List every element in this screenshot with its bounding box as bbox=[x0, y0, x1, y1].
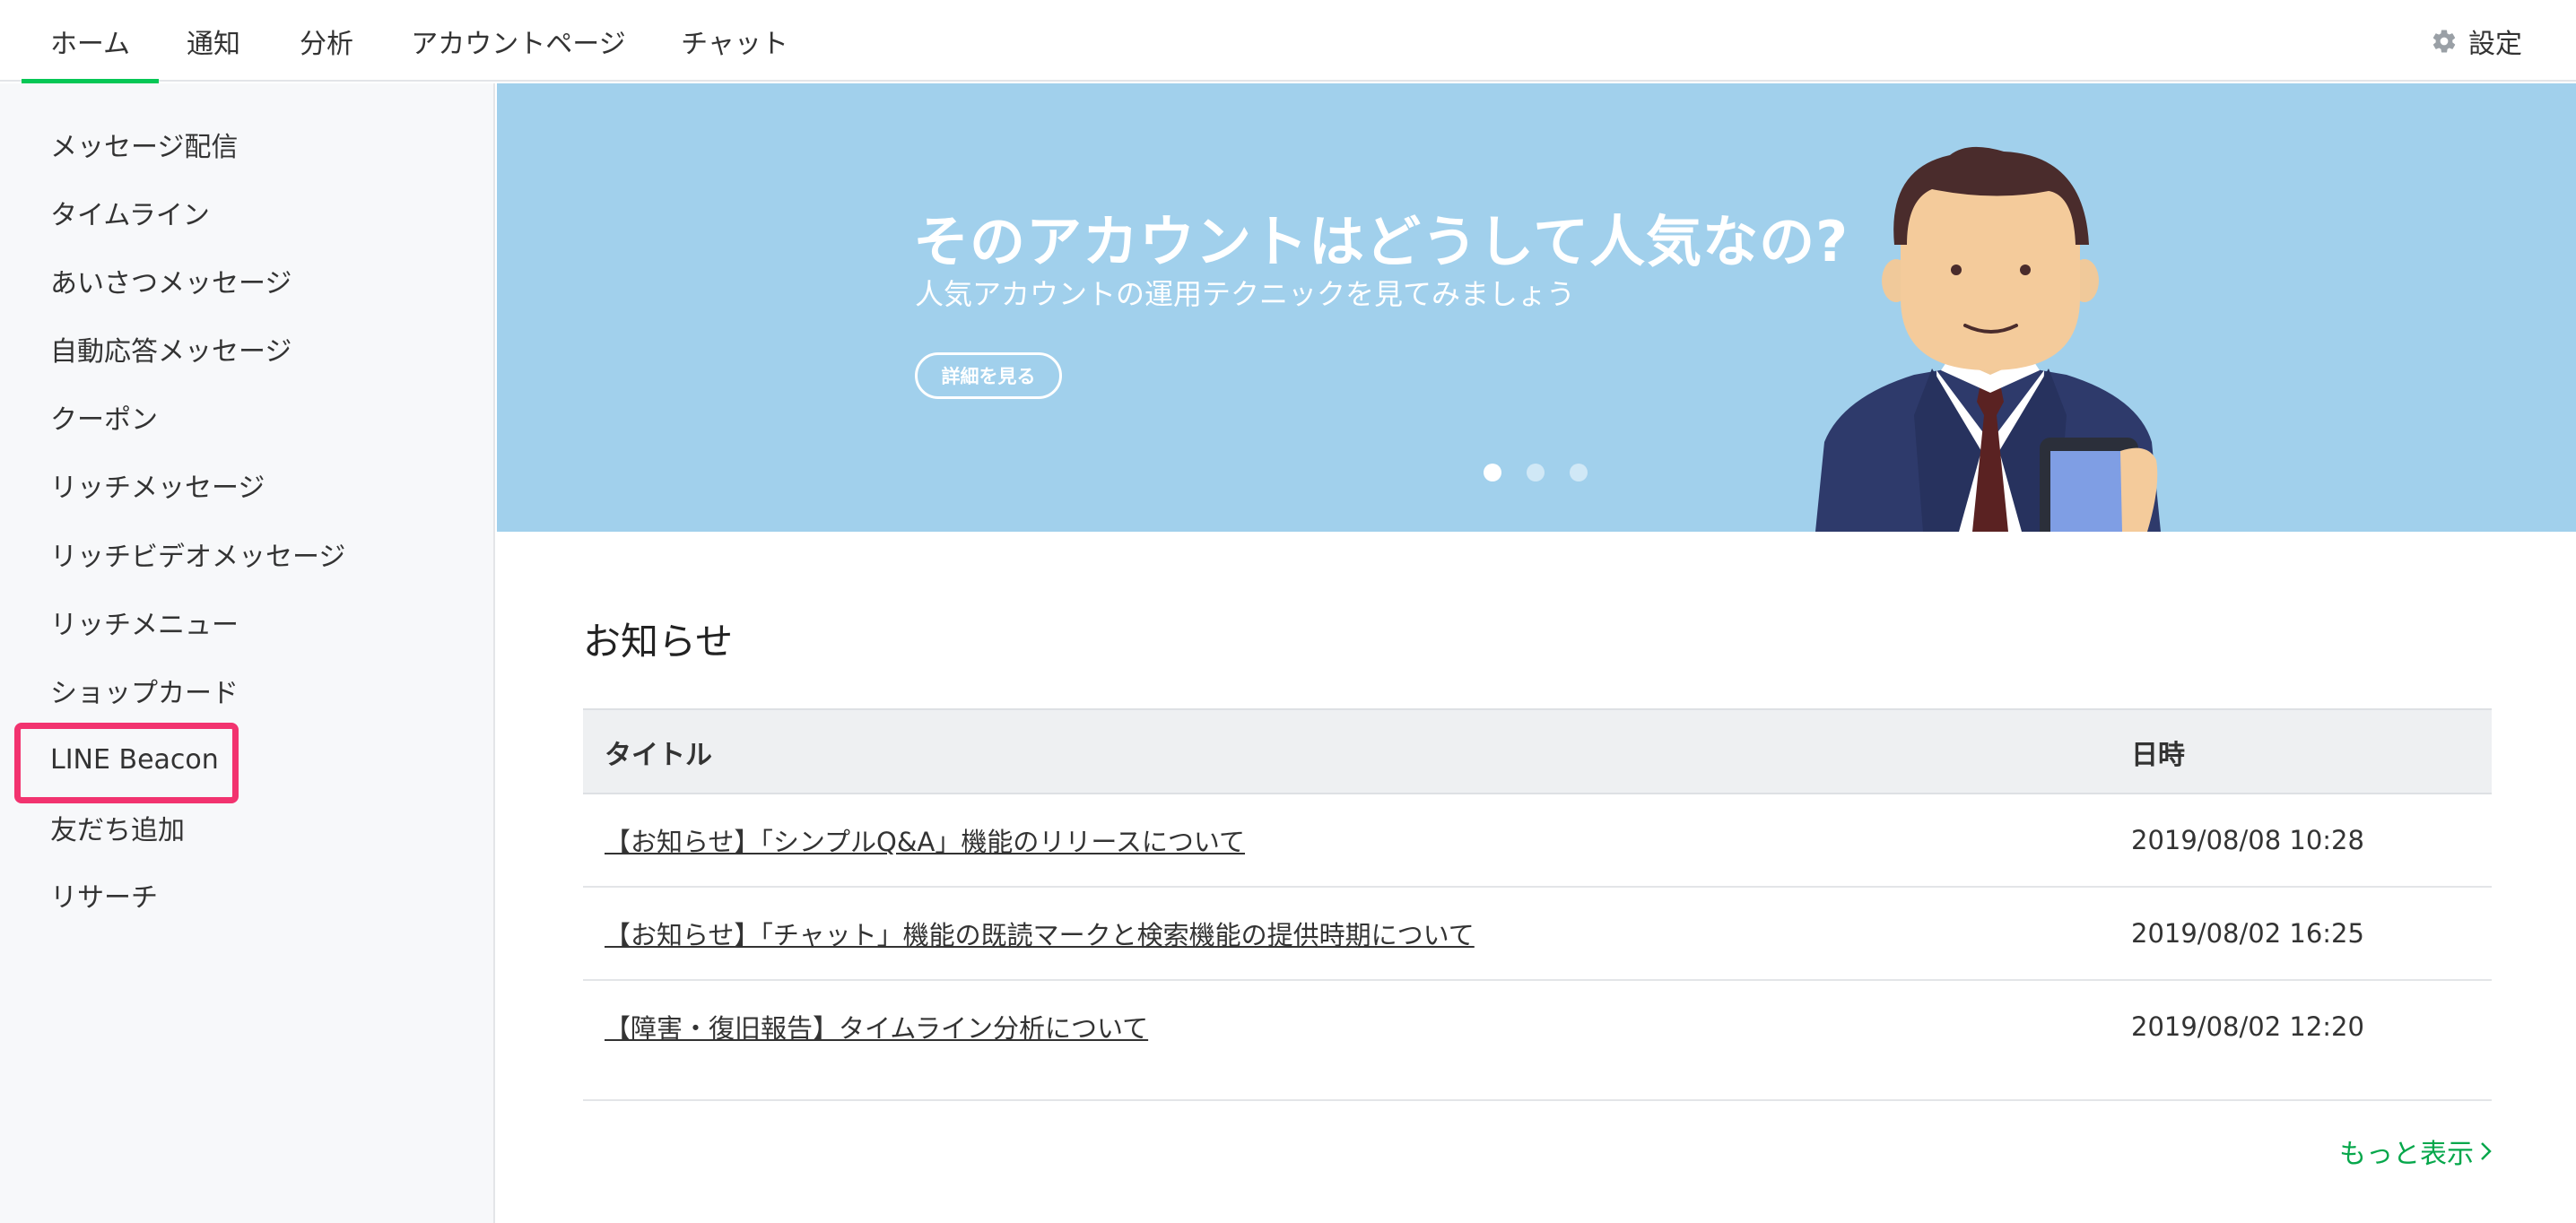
gear-icon bbox=[2432, 30, 2456, 53]
show-more-link[interactable]: もっと表示 bbox=[2339, 1132, 2493, 1171]
banner-title: そのアカウントはどうして人気なの? bbox=[913, 209, 1849, 274]
settings-label: 設定 bbox=[2468, 28, 2522, 60]
table-row: 【お知らせ】「チャット」機能の既読マークと検索機能の提供時期について 2019/… bbox=[583, 888, 2492, 981]
sidebar-item-auto-response[interactable]: 自動応答メッセージ bbox=[50, 326, 292, 371]
chevron-right-icon bbox=[2481, 1142, 2492, 1160]
table-row: 【お知らせ】「シンプルQ&A」機能のリリースについて 2019/08/08 10… bbox=[583, 794, 2492, 888]
notice-title-link[interactable]: 【お知らせ】「チャット」機能の既読マークと検索機能の提供時期について bbox=[605, 888, 1475, 979]
carousel-dots bbox=[1484, 464, 1588, 481]
sidebar-item-add-friends[interactable]: 友だち追加 bbox=[50, 805, 185, 850]
notice-date: 2019/08/08 10:28 bbox=[2131, 825, 2364, 855]
sidebar-item-greeting-message[interactable]: あいさつメッセージ bbox=[50, 258, 292, 303]
notice-date: 2019/08/02 16:25 bbox=[2131, 918, 2364, 949]
column-header-date: 日時 bbox=[2131, 740, 2185, 771]
sidebar-item-coupon[interactable]: クーポン bbox=[50, 395, 158, 439]
show-more-label: もっと表示 bbox=[2339, 1139, 2474, 1170]
notice-title-link[interactable]: 【お知らせ】「シンプルQ&A」機能のリリースについて bbox=[605, 794, 1245, 886]
carousel-dot-2[interactable] bbox=[1527, 464, 1545, 481]
notices-heading: お知らせ bbox=[583, 620, 734, 664]
sidebar-item-timeline[interactable]: タイムライン bbox=[50, 190, 210, 235]
tab-notifications[interactable]: 通知 bbox=[176, 0, 251, 82]
businessman-illustration bbox=[1815, 146, 2161, 532]
sidebar-item-rich-message[interactable]: リッチメッセージ bbox=[50, 463, 265, 507]
carousel-dot-3[interactable] bbox=[1570, 464, 1588, 481]
settings-button[interactable]: 設定 bbox=[2431, 0, 2522, 82]
notice-title-link[interactable]: 【障害・復旧報告】タイムライン分析について bbox=[605, 981, 1148, 1072]
column-header-title: タイトル bbox=[605, 740, 712, 771]
sidebar-item-research[interactable]: リサーチ bbox=[50, 872, 158, 917]
carousel-dot-1[interactable] bbox=[1484, 464, 1501, 481]
sidebar-item-rich-video-message[interactable]: リッチビデオメッセージ bbox=[50, 532, 345, 577]
highlight-box bbox=[14, 723, 239, 803]
sidebar-item-shop-card[interactable]: ショップカード bbox=[50, 668, 239, 713]
banner-details-button[interactable]: 詳細を見る bbox=[915, 352, 1062, 399]
top-nav: ホーム 通知 分析 アカウントページ チャット 設定 bbox=[0, 0, 2576, 83]
tab-analytics[interactable]: 分析 bbox=[285, 0, 368, 82]
notice-date: 2019/08/02 12:20 bbox=[2131, 1011, 2364, 1042]
divider bbox=[583, 1099, 2492, 1101]
banner-subtitle: 人気アカウントの運用テクニックを見てみましょう bbox=[915, 277, 1576, 311]
sidebar-item-rich-menu[interactable]: リッチメニュー bbox=[50, 600, 239, 645]
sidebar-item-message-delivery[interactable]: メッセージ配信 bbox=[50, 122, 238, 167]
promo-banner[interactable]: そのアカウントはどうして人気なの? 人気アカウントの運用テクニックを見てみましょ… bbox=[497, 83, 2576, 532]
tab-chat[interactable]: チャット bbox=[667, 0, 802, 82]
table-row: 【障害・復旧報告】タイムライン分析について 2019/08/02 12:20 bbox=[583, 981, 2492, 1074]
table-header: タイトル 日時 bbox=[583, 708, 2492, 794]
tab-account-page[interactable]: アカウントページ bbox=[402, 0, 635, 82]
sidebar: メッセージ配信 タイムライン あいさつメッセージ 自動応答メッセージ クーポン … bbox=[0, 83, 495, 1223]
tab-home[interactable]: ホーム bbox=[22, 0, 159, 83]
notices-table: タイトル 日時 【お知らせ】「シンプルQ&A」機能のリリースについて 2019/… bbox=[583, 708, 2492, 1074]
